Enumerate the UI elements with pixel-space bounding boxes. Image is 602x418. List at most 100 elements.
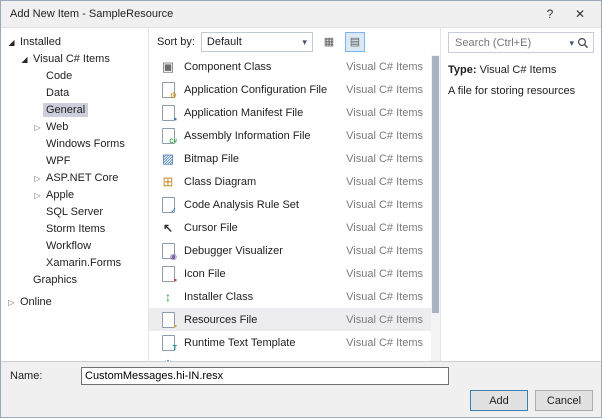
expander-collapsed-icon[interactable] bbox=[32, 189, 43, 201]
tree-label: WPF bbox=[46, 154, 71, 167]
sidebar-item-web[interactable]: Web bbox=[1, 118, 148, 135]
magnifier-icon[interactable] bbox=[577, 37, 589, 49]
cursor-icon bbox=[159, 219, 177, 236]
sidebar-item-graphics[interactable]: Graphics bbox=[1, 271, 148, 288]
list-item-runtime-text-template[interactable]: Runtime Text Template Visual C# Items bbox=[149, 331, 431, 354]
list-item-bitmap-file[interactable]: Bitmap File Visual C# Items bbox=[149, 147, 431, 170]
class-diagram-icon bbox=[159, 173, 177, 190]
tree-label: Visual C# Items bbox=[33, 52, 110, 65]
sidebar-item-windows-forms[interactable]: Windows Forms bbox=[1, 135, 148, 152]
sort-by-label: Sort by: bbox=[157, 35, 195, 48]
expander-collapsed-icon[interactable] bbox=[6, 296, 17, 308]
sidebar-item-installed[interactable]: Installed bbox=[1, 33, 148, 50]
list-item-icon-file[interactable]: Icon File Visual C# Items bbox=[149, 262, 431, 285]
item-type-info: Type: Visual C# Items bbox=[448, 63, 594, 78]
close-button[interactable]: ✕ bbox=[565, 4, 595, 24]
tree-label: General bbox=[43, 102, 89, 117]
sort-by-dropdown[interactable]: Default bbox=[200, 31, 313, 52]
item-type: Visual C# Items bbox=[346, 129, 423, 142]
list-toolbar: Sort by: Default bbox=[149, 28, 440, 55]
search-input[interactable] bbox=[453, 35, 569, 50]
list-item-installer-class[interactable]: Installer Class Visual C# Items bbox=[149, 285, 431, 308]
name-label: Name: bbox=[10, 370, 43, 382]
settings-file-icon bbox=[159, 357, 177, 361]
rule-set-icon bbox=[159, 196, 177, 215]
sidebar-item-wpf[interactable]: WPF bbox=[1, 152, 148, 169]
list-item-cursor-file[interactable]: Cursor File Visual C# Items bbox=[149, 216, 431, 239]
expander-expanded-icon[interactable] bbox=[6, 36, 17, 48]
sidebar-item-sql-server[interactable]: SQL Server bbox=[1, 203, 148, 220]
sort-by-value: Default bbox=[206, 35, 242, 48]
sidebar-item-storm-items[interactable]: Storm Items bbox=[1, 220, 148, 237]
tree-label: Installed bbox=[20, 35, 61, 48]
sidebar-item-code[interactable]: Code bbox=[1, 67, 148, 84]
item-type: Visual C# Items bbox=[346, 198, 423, 211]
list-item-component-class[interactable]: Component Class Visual C# Items bbox=[149, 55, 431, 78]
sidebar-item-aspnet-core[interactable]: ASP.NET Core bbox=[1, 169, 148, 186]
tree-label: Workflow bbox=[46, 239, 92, 252]
cancel-button[interactable]: Cancel bbox=[535, 390, 593, 411]
list-item-code-analysis-rule-set[interactable]: Code Analysis Rule Set Visual C# Items bbox=[149, 193, 431, 216]
item-type: Visual C# Items bbox=[346, 106, 423, 119]
add-new-item-dialog: Add New Item - SampleResource ? ✕ Instal… bbox=[0, 0, 602, 418]
scrollbar-thumb[interactable] bbox=[432, 56, 439, 314]
expander-expanded-icon[interactable] bbox=[19, 53, 30, 65]
tree-label: Online bbox=[20, 295, 52, 308]
item-name: Debugger Visualizer bbox=[184, 244, 283, 257]
sidebar-item-visual-csharp-items[interactable]: Visual C# Items bbox=[1, 50, 148, 67]
list-view-button[interactable] bbox=[344, 31, 365, 52]
template-tree: Installed Visual C# Items Code Data Gene… bbox=[1, 28, 149, 361]
tree-label: Xamarin.Forms bbox=[46, 256, 122, 269]
type-label: Type: bbox=[448, 64, 477, 76]
item-name: Cursor File bbox=[184, 221, 238, 234]
list-item-application-configuration-file[interactable]: Application Configuration File Visual C#… bbox=[149, 78, 431, 101]
bitmap-icon bbox=[159, 150, 177, 167]
item-name: Settings File bbox=[184, 360, 346, 362]
item-name: Installer Class bbox=[184, 290, 254, 303]
list-item-class-diagram[interactable]: Class Diagram Visual C# Items bbox=[149, 170, 431, 193]
list-item-assembly-information-file[interactable]: Assembly Information File Visual C# Item… bbox=[149, 124, 431, 147]
item-type: Visual C# Items bbox=[346, 152, 423, 165]
item-name: Application Configuration File bbox=[184, 83, 328, 96]
name-input[interactable] bbox=[81, 367, 449, 385]
tree-label: Storm Items bbox=[46, 222, 106, 235]
chevron-down-icon[interactable] bbox=[569, 37, 574, 49]
grid-view-icon bbox=[324, 35, 334, 48]
item-type: Visual C# Items bbox=[346, 336, 423, 349]
text-template-icon bbox=[159, 334, 177, 353]
item-name: Application Manifest File bbox=[184, 106, 304, 119]
item-name: Component Class bbox=[184, 60, 272, 73]
help-button[interactable]: ? bbox=[535, 4, 565, 24]
assembly-info-icon bbox=[159, 127, 177, 146]
sidebar-item-data[interactable]: Data bbox=[1, 84, 148, 101]
item-description: A file for storing resources bbox=[448, 85, 576, 97]
resources-file-icon bbox=[159, 311, 177, 330]
tree-label: Apple bbox=[46, 188, 75, 201]
sidebar-item-xamarin-forms[interactable]: Xamarin.Forms bbox=[1, 254, 148, 271]
list-item-debugger-visualizer[interactable]: Debugger Visualizer Visual C# Items bbox=[149, 239, 431, 262]
template-list: Component Class Visual C# Items Applicat… bbox=[149, 55, 440, 361]
window-title: Add New Item - SampleResource bbox=[10, 8, 174, 20]
expander-collapsed-icon[interactable] bbox=[32, 172, 43, 184]
sidebar-item-online[interactable]: Online bbox=[1, 293, 148, 310]
sidebar-item-apple[interactable]: Apple bbox=[1, 186, 148, 203]
item-type: Visual C# Items bbox=[346, 313, 423, 326]
item-name: Class Diagram bbox=[184, 175, 257, 188]
list-item-resources-file[interactable]: Resources File Visual C# Items bbox=[149, 308, 431, 331]
add-button[interactable]: Add bbox=[470, 390, 528, 411]
expander-collapsed-icon[interactable] bbox=[32, 121, 43, 133]
chevron-down-icon bbox=[302, 36, 307, 48]
tree-label: Data bbox=[46, 86, 70, 99]
search-box[interactable] bbox=[448, 32, 594, 53]
detail-panel: Type: Visual C# Items A file for storing… bbox=[441, 28, 601, 361]
list-item-settings-file[interactable]: Settings File Visual C# Items bbox=[149, 354, 431, 362]
item-name: Resources File bbox=[184, 313, 258, 326]
list-item-application-manifest-file[interactable]: Application Manifest File Visual C# Item… bbox=[149, 101, 431, 124]
dialog-footer: Name: Add Cancel bbox=[1, 361, 601, 417]
sidebar-item-workflow[interactable]: Workflow bbox=[1, 237, 148, 254]
vertical-scrollbar[interactable] bbox=[431, 55, 440, 361]
sidebar-item-general[interactable]: General bbox=[1, 101, 148, 118]
grid-view-button[interactable] bbox=[319, 32, 339, 52]
item-type: Visual C# Items bbox=[346, 290, 423, 303]
component-icon bbox=[159, 58, 177, 75]
